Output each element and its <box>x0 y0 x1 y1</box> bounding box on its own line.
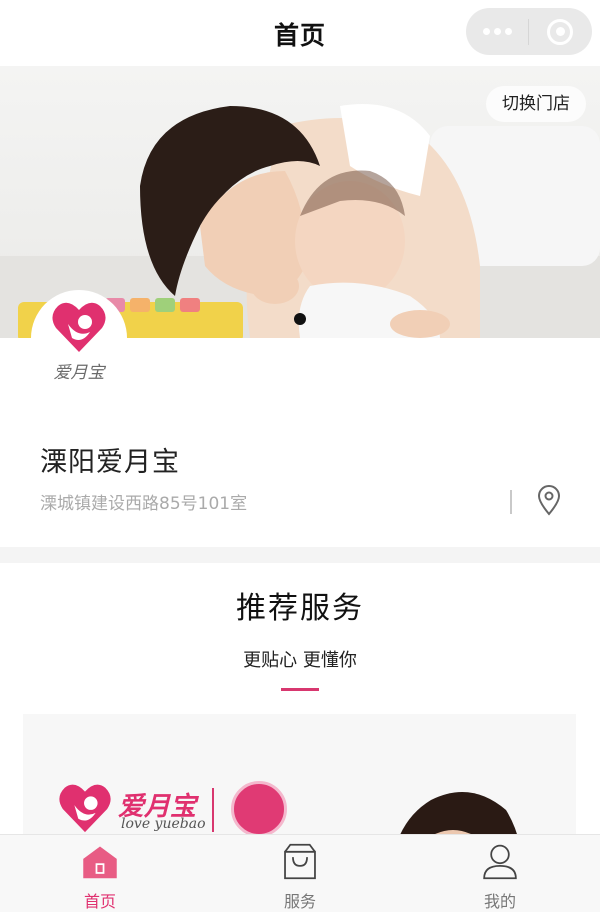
store-logo: 爱月宝 <box>31 290 127 386</box>
heart-logo-icon <box>52 302 106 352</box>
tab-label: 首页 <box>83 892 116 911</box>
more-dots-icon[interactable] <box>466 8 528 55</box>
shopping-bag-icon <box>284 843 316 880</box>
title-underline <box>281 688 319 691</box>
carousel-indicator-dot[interactable] <box>294 313 306 325</box>
heart-logo-icon <box>59 784 111 833</box>
tab-home[interactable]: 首页 <box>0 835 200 912</box>
user-icon <box>483 844 517 880</box>
promo-brand-english: love yuebao <box>121 816 206 832</box>
switch-store-button[interactable]: 切换门店 <box>486 86 586 122</box>
bottom-tab-bar: 首页 服务 我的 <box>0 834 600 912</box>
mini-program-capsule <box>466 8 592 55</box>
tab-label: 服务 <box>283 892 316 911</box>
home-icon <box>83 846 117 879</box>
section-gap <box>0 547 600 563</box>
recommend-section-subtitle: 更贴心 更懂你 <box>243 650 357 671</box>
promo-divider <box>212 788 214 832</box>
tab-label: 我的 <box>483 892 516 911</box>
promo-badge-icon <box>231 781 287 837</box>
recommend-section-title: 推荐服务 <box>236 591 364 626</box>
address-divider <box>510 490 512 514</box>
store-logo-text: 爱月宝 <box>53 363 105 383</box>
store-address: 溧城镇建设西路85号101室 <box>40 494 248 514</box>
tab-service[interactable]: 服务 <box>200 835 400 912</box>
map-pin-icon[interactable] <box>536 484 562 516</box>
tab-mine[interactable]: 我的 <box>400 835 600 912</box>
top-navigation-bar: 首页 <box>0 0 600 66</box>
mini-program-close-icon[interactable] <box>529 8 591 55</box>
store-name: 溧阳爱月宝 <box>40 447 180 478</box>
